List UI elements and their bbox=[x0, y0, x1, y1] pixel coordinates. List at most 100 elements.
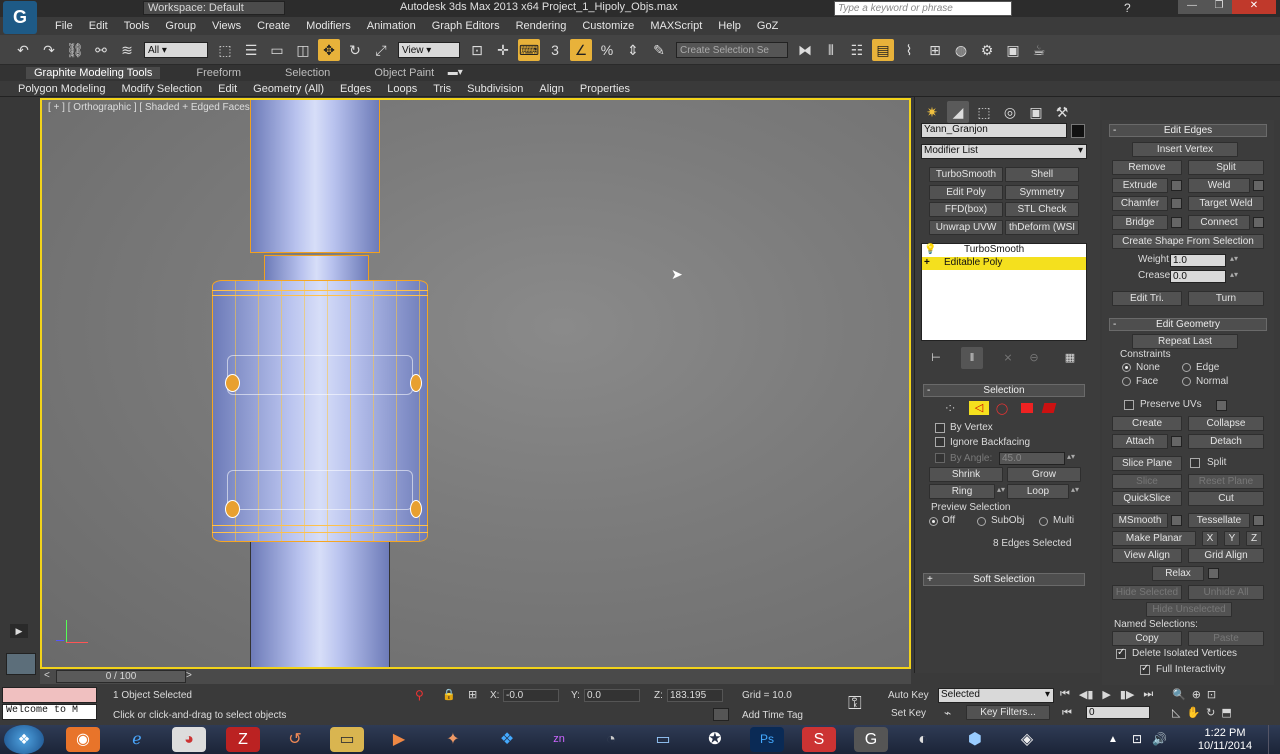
quickslice-button[interactable]: QuickSlice bbox=[1112, 491, 1182, 506]
panel-edges[interactable]: Edges bbox=[332, 83, 379, 95]
menu-graph-editors[interactable]: Graph Editors bbox=[432, 20, 500, 32]
vertex-mode-icon[interactable]: ·:· bbox=[945, 402, 963, 414]
abs-mode-icon[interactable]: ⊞ bbox=[468, 688, 477, 701]
object-color-swatch[interactable] bbox=[1071, 124, 1085, 138]
loop-spinner-icon[interactable]: ▴▾ bbox=[1071, 485, 1079, 494]
constraint-face-radio[interactable] bbox=[1122, 377, 1131, 386]
weld-settings-icon[interactable] bbox=[1253, 180, 1264, 191]
ie-icon[interactable]: ℯ bbox=[120, 727, 154, 752]
tab-freeform[interactable]: Freeform bbox=[188, 67, 249, 79]
unlink-icon[interactable]: ⚯ bbox=[90, 39, 112, 61]
monitor-icon[interactable]: ▭ bbox=[646, 727, 680, 752]
connect-button[interactable]: Connect bbox=[1188, 215, 1250, 230]
ignore-backfacing-checkbox[interactable] bbox=[935, 437, 945, 447]
chamfer-settings-icon[interactable] bbox=[1171, 198, 1182, 209]
mod-btn-ffd-box[interactable]: FFD(box) bbox=[929, 202, 1003, 217]
time-prev-icon[interactable]: < bbox=[44, 670, 50, 681]
keyboard-shortcut-icon[interactable]: ⌨ bbox=[518, 38, 540, 61]
pan-icon[interactable]: ✋ bbox=[1186, 706, 1200, 719]
maxscript-listener-top[interactable] bbox=[2, 687, 97, 703]
grow-button[interactable]: Grow bbox=[1007, 467, 1081, 482]
window-crossing-icon[interactable]: ◫ bbox=[292, 39, 314, 61]
orbit-icon[interactable]: ↻ bbox=[1206, 706, 1215, 719]
connect-settings-icon[interactable] bbox=[1253, 217, 1264, 228]
schematic-view-icon[interactable]: ⊞ bbox=[924, 39, 946, 61]
gimp-icon[interactable]: ◔ bbox=[594, 727, 628, 752]
mod-btn-stl-check[interactable]: STL Check bbox=[1005, 202, 1079, 217]
slice-plane-button[interactable]: Slice Plane bbox=[1112, 456, 1182, 471]
bridge-settings-icon[interactable] bbox=[1171, 217, 1182, 228]
material-editor-icon[interactable]: ◍ bbox=[950, 39, 972, 61]
mod-btn-unwrap-uvw[interactable]: Unwrap UVW bbox=[929, 220, 1003, 235]
x-coord-field[interactable]: -0.0 bbox=[503, 689, 559, 702]
zoom-icon[interactable]: 🔍 bbox=[1172, 688, 1186, 701]
sync-icon[interactable]: ↺ bbox=[278, 727, 312, 752]
time-next-icon[interactable]: > bbox=[186, 670, 192, 681]
create-tab-icon[interactable]: ✷ bbox=[921, 101, 943, 123]
key-filters-button[interactable]: Key Filters... bbox=[966, 705, 1050, 720]
maximize-viewport-icon[interactable]: ⬒ bbox=[1221, 706, 1231, 719]
preview-off-radio[interactable] bbox=[929, 517, 938, 526]
view-align-button[interactable]: View Align bbox=[1112, 548, 1182, 563]
edit-edges-rollout-header[interactable]: - Edit Edges bbox=[1109, 124, 1267, 137]
spinner-snap-icon[interactable]: ⇕ bbox=[622, 39, 644, 61]
minimize-button[interactable]: — bbox=[1178, 0, 1206, 14]
eye-icon[interactable]: ◈ bbox=[1010, 727, 1044, 752]
mirror-icon[interactable]: ⧓ bbox=[794, 39, 816, 61]
slice-button[interactable]: Slice bbox=[1112, 474, 1182, 489]
close-button[interactable]: ✕ bbox=[1232, 0, 1276, 14]
tab-graphite[interactable]: Graphite Modeling Tools bbox=[26, 67, 161, 79]
menu-animation[interactable]: Animation bbox=[367, 20, 416, 32]
menu-tools[interactable]: Tools bbox=[124, 20, 150, 32]
menu-help[interactable]: Help bbox=[718, 20, 741, 32]
paint-icon[interactable]: ✦ bbox=[436, 727, 470, 752]
hierarchy-tab-icon[interactable]: ⬚ bbox=[973, 101, 995, 123]
help-icon[interactable]: ? bbox=[1124, 1, 1131, 15]
menu-customize[interactable]: Customize bbox=[582, 20, 634, 32]
set-key-button[interactable]: Set Key bbox=[891, 708, 926, 719]
target-weld-button[interactable]: Target Weld bbox=[1188, 196, 1264, 211]
layer-manager-icon[interactable]: ☷ bbox=[846, 39, 868, 61]
chamfer-button[interactable]: Chamfer bbox=[1112, 196, 1168, 211]
select-object-icon[interactable]: ⬚ bbox=[214, 39, 236, 61]
goto-end-icon[interactable]: ⏭ bbox=[1143, 688, 1153, 701]
cut-button[interactable]: Cut bbox=[1188, 491, 1264, 506]
key-mode-toggle-icon[interactable]: ⏮ bbox=[1062, 707, 1072, 720]
menu-file[interactable]: File bbox=[55, 20, 73, 32]
clock-date[interactable]: 10/11/2014 bbox=[1196, 740, 1254, 752]
zoom-extents-icon[interactable]: ⊡ bbox=[1207, 688, 1216, 701]
by-angle-checkbox[interactable] bbox=[935, 453, 945, 463]
edge-mode-icon[interactable]: ◁ bbox=[969, 401, 989, 415]
constraint-none-radio[interactable] bbox=[1122, 363, 1131, 372]
bind-spacewarp-icon[interactable]: ≋ bbox=[116, 39, 138, 61]
unhide-all-button[interactable]: Unhide All bbox=[1188, 585, 1264, 600]
hide-selected-button[interactable]: Hide Selected bbox=[1112, 585, 1182, 600]
mod-btn-edit-poly[interactable]: Edit Poly bbox=[929, 185, 1003, 200]
insert-vertex-button[interactable]: Insert Vertex bbox=[1132, 142, 1238, 157]
filezilla-icon[interactable]: Z bbox=[226, 727, 260, 752]
constraint-normal-radio[interactable] bbox=[1182, 377, 1191, 386]
shrink-button[interactable]: Shrink bbox=[929, 467, 1003, 482]
isolate-icon[interactable]: ⚲ bbox=[415, 688, 424, 702]
angle-field[interactable]: 45.0 bbox=[999, 452, 1065, 465]
tessellate-settings-icon[interactable] bbox=[1253, 515, 1264, 526]
grid-align-button[interactable]: Grid Align bbox=[1188, 548, 1264, 563]
time-slider[interactable]: < 0 / 100 > bbox=[40, 669, 911, 684]
ref-coord-dropdown[interactable]: View ▾ bbox=[398, 41, 460, 58]
loop-button[interactable]: Loop bbox=[1007, 484, 1069, 499]
soft-selection-rollout-header[interactable]: + Soft Selection bbox=[923, 573, 1085, 586]
tessellate-button[interactable]: Tessellate bbox=[1188, 513, 1250, 528]
prev-frame-icon[interactable]: ◀▮ bbox=[1079, 688, 1094, 701]
utilities-tab-icon[interactable]: ⚒ bbox=[1051, 101, 1073, 123]
edit-geometry-rollout-header[interactable]: - Edit Geometry bbox=[1109, 318, 1267, 331]
goto-start-icon[interactable]: ⏮ bbox=[1060, 688, 1070, 701]
snap-3d-icon[interactable]: 3 bbox=[544, 39, 566, 61]
split-edges-button[interactable]: Split bbox=[1188, 160, 1264, 175]
menu-views[interactable]: Views bbox=[212, 20, 241, 32]
curve-editor-icon[interactable]: ⌇ bbox=[898, 39, 920, 61]
menu-maxscript[interactable]: MAXScript bbox=[650, 20, 702, 32]
select-by-name-icon[interactable]: ☰ bbox=[240, 39, 262, 61]
play-icon[interactable]: ▶ bbox=[1102, 688, 1110, 701]
network-icon[interactable]: ⊡ bbox=[1132, 732, 1142, 746]
media-player-icon[interactable]: ▶ bbox=[382, 727, 416, 752]
